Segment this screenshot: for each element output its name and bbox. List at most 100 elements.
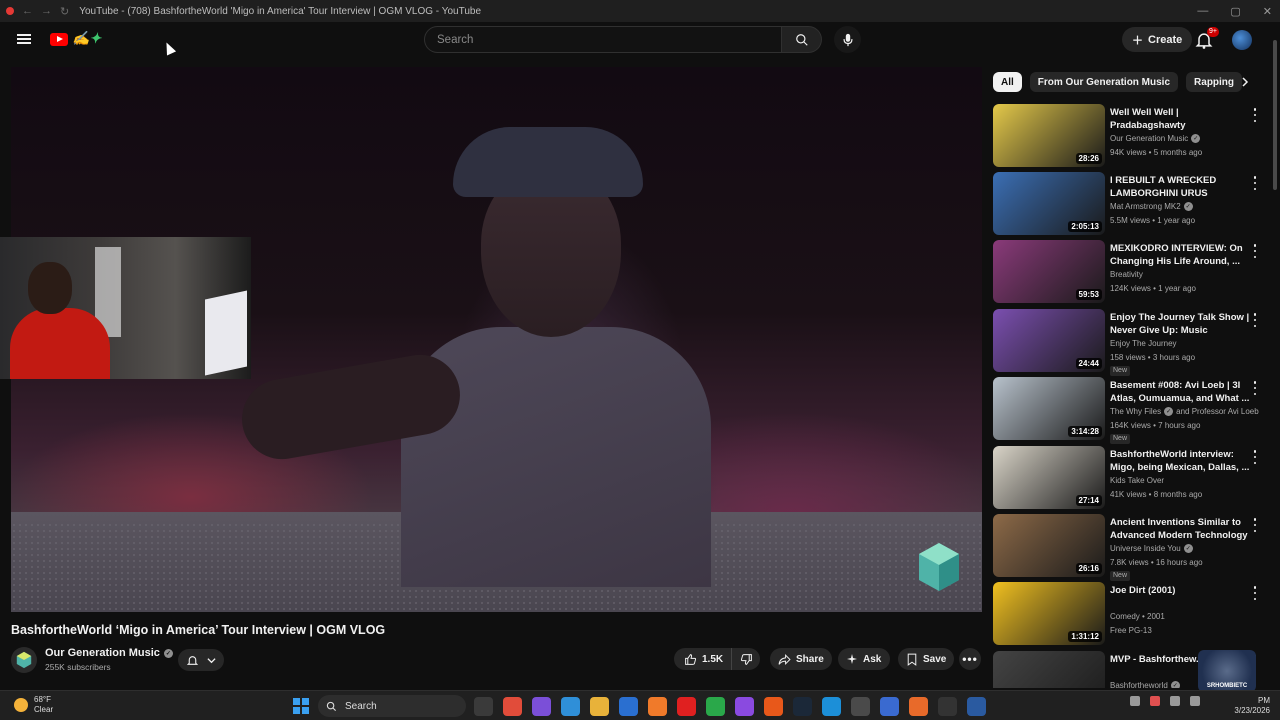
recommendation-thumbnail[interactable]: 59:53 <box>993 240 1105 303</box>
chips-next-button[interactable] <box>1237 74 1253 90</box>
recommendation-item[interactable]: 2:05:13 I REBUILT A WRECKED LAMBORGHINI U… <box>993 172 1268 238</box>
recommendation-thumbnail[interactable]: 2:05:13 <box>993 172 1105 235</box>
recommendation-thumbnail[interactable] <box>993 651 1105 688</box>
recommendation-item[interactable]: 1:31:12 Joe Dirt (2001) Comedy • 2001 Free … <box>993 582 1268 648</box>
recommendation-thumbnail[interactable]: 27:14 <box>993 446 1105 509</box>
page-scrollbar[interactable] <box>1273 40 1277 190</box>
ask-button[interactable]: Ask <box>838 648 890 670</box>
channel-name[interactable]: Our Generation Music ✓ <box>45 647 173 659</box>
more-vertical-icon[interactable] <box>1250 313 1260 327</box>
maximize-icon[interactable]: ▢ <box>1230 5 1240 18</box>
recommendation-channel[interactable]: Comedy • 2001 <box>1110 612 1165 621</box>
youtube-app-icon[interactable] <box>677 697 696 716</box>
app-icon-blue[interactable] <box>561 697 580 716</box>
search-button[interactable] <box>782 26 822 53</box>
reload-icon[interactable]: ↻ <box>60 5 69 18</box>
app-icon-orange[interactable] <box>648 697 667 716</box>
store-icon[interactable] <box>619 697 638 716</box>
like-button[interactable]: 1.5K <box>674 648 733 670</box>
weather-widget[interactable]: 68°F Clear <box>14 695 53 715</box>
bell-icon <box>186 655 199 665</box>
windows-start-icon[interactable] <box>293 698 309 714</box>
youtube-logo[interactable]: ✍✦ <box>50 31 101 47</box>
channel-watermark-icon[interactable] <box>917 541 961 593</box>
tray-network-icon[interactable] <box>1170 696 1180 706</box>
steam-icon[interactable] <box>793 697 812 716</box>
app-icon-circle[interactable] <box>880 697 899 716</box>
youtube-header: ✍✦ ＋ Create 9+ <box>0 22 1280 58</box>
app-icon-flame[interactable] <box>909 697 928 716</box>
more-vertical-icon[interactable] <box>1250 381 1260 395</box>
more-actions-button[interactable]: ••• <box>959 648 981 670</box>
edge-icon[interactable] <box>822 697 841 716</box>
recommendation-title[interactable]: MEXIKODRO INTERVIEW: On Changing His Lif… <box>1110 242 1250 268</box>
recommendation-title[interactable]: Joe Dirt (2001) <box>1110 584 1250 597</box>
recommendation-channel[interactable]: Breativity <box>1110 270 1143 279</box>
recommendation-thumbnail[interactable]: 1:31:12 <box>993 582 1105 645</box>
taskbar-search[interactable]: Search <box>318 695 466 717</box>
more-vertical-icon[interactable] <box>1250 450 1260 464</box>
recommendation-item[interactable]: 24:44 Enjoy The Journey Talk Show | Never… <box>993 309 1268 376</box>
recommendation-thumbnail[interactable]: 24:44 <box>993 309 1105 372</box>
forward-icon[interactable]: → <box>41 5 52 17</box>
chrome-icon[interactable] <box>851 697 870 716</box>
channel-name-text[interactable]: Our Generation Music <box>45 647 160 659</box>
app-icon-shield[interactable] <box>967 697 986 716</box>
recommendation-item[interactable]: 27:14 BashfortheWorld interview: Migo, be… <box>993 446 1268 512</box>
app-icon-red[interactable] <box>503 697 522 716</box>
recommendation-channel[interactable]: The Why Files ✓ and Professor Avi Loeb <box>1110 407 1259 416</box>
taskbar-clock[interactable]: PM 3/23/2026 <box>1234 696 1270 716</box>
tray-chevron-icon[interactable] <box>1130 696 1140 706</box>
recommendation-channel[interactable]: Bashfortheworld ✓ <box>1110 681 1180 688</box>
xbox-icon[interactable] <box>706 697 725 716</box>
recommendation-channel[interactable]: Kids Take Over <box>1110 476 1164 485</box>
dislike-button[interactable] <box>732 648 761 670</box>
file-explorer-icon[interactable] <box>590 697 609 716</box>
recommendation-title[interactable]: Ancient Inventions Similar to Advanced M… <box>1110 516 1250 542</box>
recommendation-item[interactable]: 3:14:28 Basement #008: Avi Loeb | 3I Atla… <box>993 377 1268 444</box>
subscription-bell-button[interactable] <box>178 649 224 671</box>
back-icon[interactable]: ← <box>22 5 33 17</box>
recommendation-thumbnail[interactable]: 3:14:28 <box>993 377 1105 440</box>
more-vertical-icon[interactable] <box>1250 518 1260 532</box>
menu-icon[interactable] <box>17 34 31 44</box>
recommendation-thumbnail[interactable]: 26:16 <box>993 514 1105 577</box>
create-button[interactable]: ＋ Create <box>1122 27 1193 52</box>
more-vertical-icon[interactable] <box>1250 108 1260 122</box>
recommendation-title[interactable]: Basement #008: Avi Loeb | 3I Atlas, Oumu… <box>1110 379 1250 405</box>
recommendation-channel[interactable]: Our Generation Music ✓ <box>1110 134 1201 143</box>
search-input[interactable] <box>424 26 782 53</box>
more-vertical-icon[interactable] <box>1250 176 1260 190</box>
recommendation-title[interactable]: BashfortheWorld interview: Migo, being M… <box>1110 448 1250 474</box>
twitch-icon[interactable] <box>735 697 754 716</box>
more-vertical-icon[interactable] <box>1250 244 1260 258</box>
chip-from-channel[interactable]: From Our Generation Music <box>1029 72 1179 92</box>
close-icon[interactable]: ✕ <box>1263 5 1272 18</box>
recommendation-title[interactable]: Well Well Well | Pradabagshawty <box>1110 106 1250 132</box>
channel-avatar[interactable] <box>11 647 37 673</box>
tray-app-icon[interactable] <box>1150 696 1160 706</box>
recommendation-item[interactable]: 59:53 MEXIKODRO INTERVIEW: On Changing Hi… <box>993 240 1268 306</box>
voice-search-button[interactable] <box>834 26 861 53</box>
recommendation-channel[interactable]: Enjoy The Journey <box>1110 339 1177 348</box>
browser-profile-icon[interactable] <box>6 7 14 15</box>
task-view-icon[interactable] <box>474 697 493 716</box>
tray-volume-icon[interactable] <box>1190 696 1200 706</box>
app-icon-purple[interactable] <box>532 697 551 716</box>
brave-icon[interactable] <box>764 697 783 716</box>
recommendation-channel[interactable]: Mat Armstrong MK2 ✓ <box>1110 202 1193 211</box>
chip-rapping[interactable]: Rapping <box>1186 72 1243 92</box>
save-button[interactable]: Save <box>898 648 954 670</box>
recommendation-item[interactable]: 28:26 Well Well Well | Pradabagshawty Our … <box>993 104 1268 170</box>
more-vertical-icon[interactable] <box>1250 586 1260 600</box>
recommendation-channel[interactable]: Universe Inside You ✓ <box>1110 544 1193 553</box>
share-button[interactable]: Share <box>770 648 832 670</box>
minimize-icon[interactable]: — <box>1197 5 1208 17</box>
recommendation-item[interactable]: 26:16 Ancient Inventions Similar to Advan… <box>993 514 1268 581</box>
recommendation-thumbnail[interactable]: 28:26 <box>993 104 1105 167</box>
recommendation-title[interactable]: I REBUILT A WRECKED LAMBORGHINI URUS <box>1110 174 1250 200</box>
recommendation-title[interactable]: Enjoy The Journey Talk Show | Never Give… <box>1110 311 1250 337</box>
chip-all[interactable]: All <box>993 72 1022 92</box>
app-icon-dark[interactable] <box>938 697 957 716</box>
account-avatar[interactable] <box>1232 30 1252 50</box>
